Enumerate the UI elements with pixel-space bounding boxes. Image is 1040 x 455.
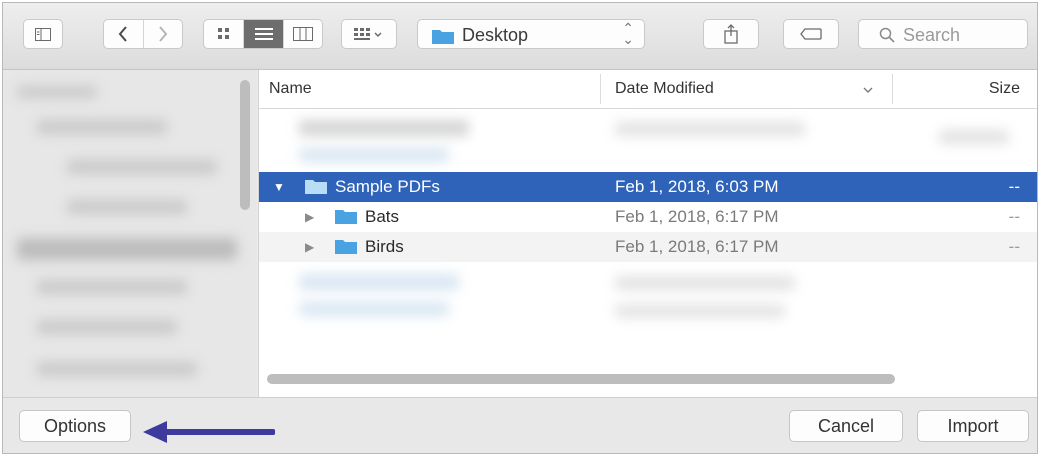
toolbar: Desktop ⌃ ⌄ Search (3, 3, 1037, 70)
back-chevron-icon (119, 26, 128, 42)
row-size: -- (1008, 177, 1020, 196)
sidebar-blurred-item (37, 280, 187, 294)
annotation-arrow-icon (143, 421, 275, 443)
share-icon (724, 24, 738, 44)
sidebar-blurred-item (37, 320, 177, 334)
back-button[interactable] (104, 20, 143, 48)
icon-view-icon (217, 28, 229, 39)
column-divider (600, 74, 601, 104)
sidebar-blurred-item (17, 86, 97, 98)
row-name: Bats (365, 207, 400, 226)
file-list: Name Date Modified Size ▼ Sample PDFs Fe… (258, 70, 1037, 397)
row-date: Feb 1, 2018, 6:17 PM (615, 207, 779, 226)
list-header: Name Date Modified Size (259, 70, 1037, 109)
column-divider (892, 74, 893, 104)
column-size-header[interactable]: Size (989, 80, 1020, 98)
column-name-header[interactable]: Name (269, 80, 312, 98)
blurred-row (939, 130, 1009, 144)
folder-icon (432, 30, 454, 44)
blurred-row (299, 274, 459, 290)
view-mode-segmented-control (203, 19, 323, 49)
forward-chevron-icon (159, 26, 168, 42)
sidebar-blurred-item (37, 120, 167, 134)
row-date: Feb 1, 2018, 6:03 PM (615, 177, 779, 196)
location-popup[interactable]: Desktop ⌃ ⌄ (417, 19, 645, 49)
forward-button[interactable] (142, 20, 182, 48)
list-view-icon (254, 28, 273, 40)
share-button[interactable] (703, 19, 759, 49)
group-by-button[interactable] (341, 19, 397, 49)
blurred-row (299, 148, 449, 162)
folder-icon (335, 210, 357, 224)
row-date: Feb 1, 2018, 6:17 PM (615, 237, 779, 256)
column-date-header[interactable]: Date Modified (615, 80, 714, 98)
disclosure-triangle-expanded-icon[interactable]: ▼ (273, 180, 285, 194)
row-name: Sample PDFs (335, 177, 440, 196)
sidebar-blurred-item (37, 362, 197, 376)
icon-view-button[interactable] (204, 20, 243, 48)
list-row-birds[interactable]: ▶ Birds Feb 1, 2018, 6:17 PM -- (259, 232, 1037, 262)
nav-buttons (103, 19, 183, 49)
list-row-bats[interactable]: ▶ Bats Feb 1, 2018, 6:17 PM -- (259, 202, 1037, 232)
search-field[interactable]: Search (858, 19, 1028, 49)
folder-icon (305, 180, 327, 194)
search-icon (879, 27, 895, 43)
row-size: -- (1008, 207, 1020, 226)
row-name: Birds (365, 237, 404, 256)
disclosure-triangle-icon[interactable]: ▶ (305, 240, 314, 254)
tag-button[interactable] (783, 19, 839, 49)
sidebar-blurred-item (67, 200, 187, 214)
column-view-button[interactable] (282, 20, 322, 48)
open-dialog: Desktop ⌃ ⌄ Search Name Date Modified Si… (2, 2, 1038, 454)
list-view-button[interactable] (243, 20, 283, 48)
list-row-sample-pdfs[interactable]: ▼ Sample PDFs Feb 1, 2018, 6:03 PM -- (259, 172, 1037, 202)
sidebar-blurred-item (67, 160, 217, 174)
tag-icon (800, 28, 822, 40)
blurred-row (299, 120, 469, 136)
sidebar-scrollbar[interactable] (240, 80, 250, 210)
sidebar-toggle-button[interactable] (23, 19, 63, 49)
sort-chevron-icon (863, 87, 873, 93)
row-size: -- (1008, 237, 1020, 256)
column-view-icon (292, 27, 313, 41)
options-button[interactable]: Options (19, 410, 131, 442)
blurred-row (615, 122, 805, 136)
blurred-row (615, 276, 795, 290)
search-placeholder: Search (903, 25, 961, 45)
blurred-row (299, 302, 449, 316)
blurred-row (615, 304, 785, 318)
disclosure-triangle-icon[interactable]: ▶ (305, 210, 314, 224)
sidebar-toggle-icon (35, 27, 51, 41)
sidebar-blurred-item (17, 238, 237, 260)
stepper-icon: ⌃ ⌄ (622, 20, 634, 47)
cancel-button[interactable]: Cancel (789, 410, 903, 442)
import-button[interactable]: Import (917, 410, 1029, 442)
sidebar (3, 70, 257, 397)
location-label: Desktop (462, 25, 529, 45)
folder-icon (335, 240, 357, 254)
group-by-icon (354, 28, 382, 40)
horizontal-scrollbar[interactable] (267, 374, 895, 384)
